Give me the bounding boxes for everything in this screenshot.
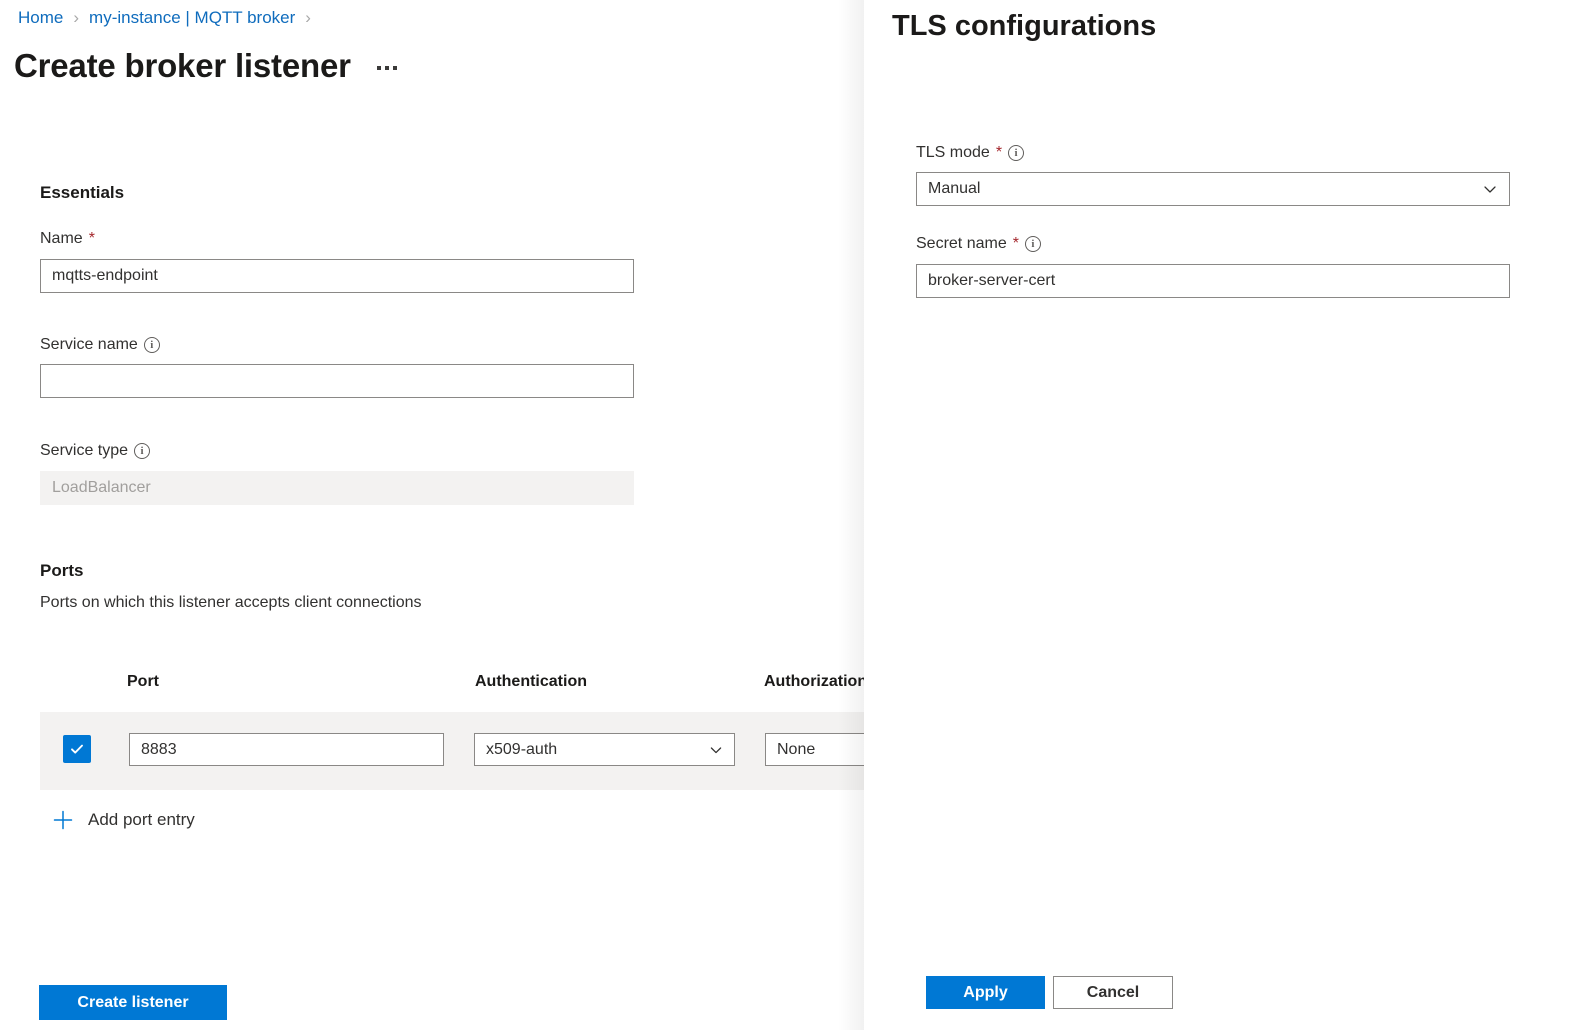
name-label-text: Name — [40, 230, 83, 247]
name-required-marker: * — [88, 230, 95, 247]
name-label: Name * — [40, 228, 95, 250]
plus-icon — [52, 809, 74, 831]
service-type-label-text: Service type — [40, 442, 129, 459]
column-header-port: Port — [127, 673, 159, 690]
column-header-authorization: Authorization — [764, 673, 868, 690]
info-icon[interactable]: i — [1024, 236, 1041, 252]
page-title-row: Create broker listener — [14, 44, 401, 88]
more-menu-icon[interactable] — [373, 56, 401, 76]
service-type-label: Service type i — [40, 440, 151, 462]
authentication-value: x509-auth — [486, 740, 558, 758]
breadcrumb-item-instance[interactable]: my-instance | MQTT broker — [89, 6, 295, 30]
breadcrumb: Home › my-instance | MQTT broker › — [18, 6, 311, 30]
ellipsis-dot-1 — [376, 66, 381, 70]
service-name-label-text: Service name — [40, 336, 138, 353]
tls-mode-value: Manual — [928, 180, 981, 197]
create-listener-button[interactable]: Create listener — [39, 985, 227, 1020]
tls-mode-dropdown[interactable]: Manual — [916, 172, 1510, 206]
info-icon[interactable]: i — [134, 443, 151, 459]
chevron-down-icon — [709, 743, 723, 757]
breadcrumb-item-home[interactable]: Home — [18, 6, 63, 30]
secret-name-label: Secret name * i — [916, 233, 1041, 255]
service-name-input[interactable] — [40, 364, 634, 398]
name-input[interactable] — [40, 259, 634, 293]
ports-description: Ports on which this listener accepts cli… — [40, 594, 422, 611]
secret-name-required-marker: * — [1012, 235, 1019, 252]
essentials-heading: Essentials — [40, 183, 125, 202]
port-input[interactable] — [129, 733, 444, 766]
row-select-checkbox[interactable] — [63, 735, 91, 763]
tls-mode-required-marker: * — [995, 144, 1003, 161]
secret-name-input[interactable] — [916, 264, 1510, 298]
apply-button[interactable]: Apply — [926, 976, 1045, 1009]
secret-name-label-text: Secret name — [916, 235, 1007, 252]
breadcrumb-separator-icon-2: › — [305, 8, 311, 27]
ports-heading: Ports — [40, 561, 84, 580]
info-icon[interactable]: i — [143, 337, 160, 353]
cancel-button[interactable]: Cancel — [1053, 976, 1173, 1009]
add-port-entry-button[interactable]: Add port entry — [52, 808, 195, 832]
service-type-input — [40, 471, 634, 505]
authorization-value: None — [777, 740, 816, 758]
breadcrumb-separator-icon: › — [73, 8, 80, 27]
panel-title: TLS configurations — [892, 10, 1157, 42]
ellipsis-dot-2 — [384, 66, 389, 70]
authentication-dropdown[interactable]: x509-auth — [474, 733, 735, 766]
service-name-label: Service name i — [40, 334, 160, 356]
create-broker-listener-blade: Home › my-instance | MQTT broker › Creat… — [0, 0, 970, 1030]
column-header-authentication: Authentication — [475, 673, 587, 690]
add-port-entry-label: Add port entry — [88, 810, 195, 829]
info-icon[interactable]: i — [1008, 145, 1025, 161]
page-title: Create broker listener — [14, 47, 351, 84]
tls-mode-label-text: TLS mode — [916, 144, 990, 161]
app-root: Home › my-instance | MQTT broker › Creat… — [0, 0, 1584, 1030]
tls-configurations-panel: TLS configurations TLS mode * i Manual S… — [864, 0, 1584, 1030]
ellipsis-dot-3 — [392, 66, 397, 70]
tls-mode-label: TLS mode * i — [916, 142, 1025, 164]
chevron-down-icon — [1482, 181, 1498, 197]
